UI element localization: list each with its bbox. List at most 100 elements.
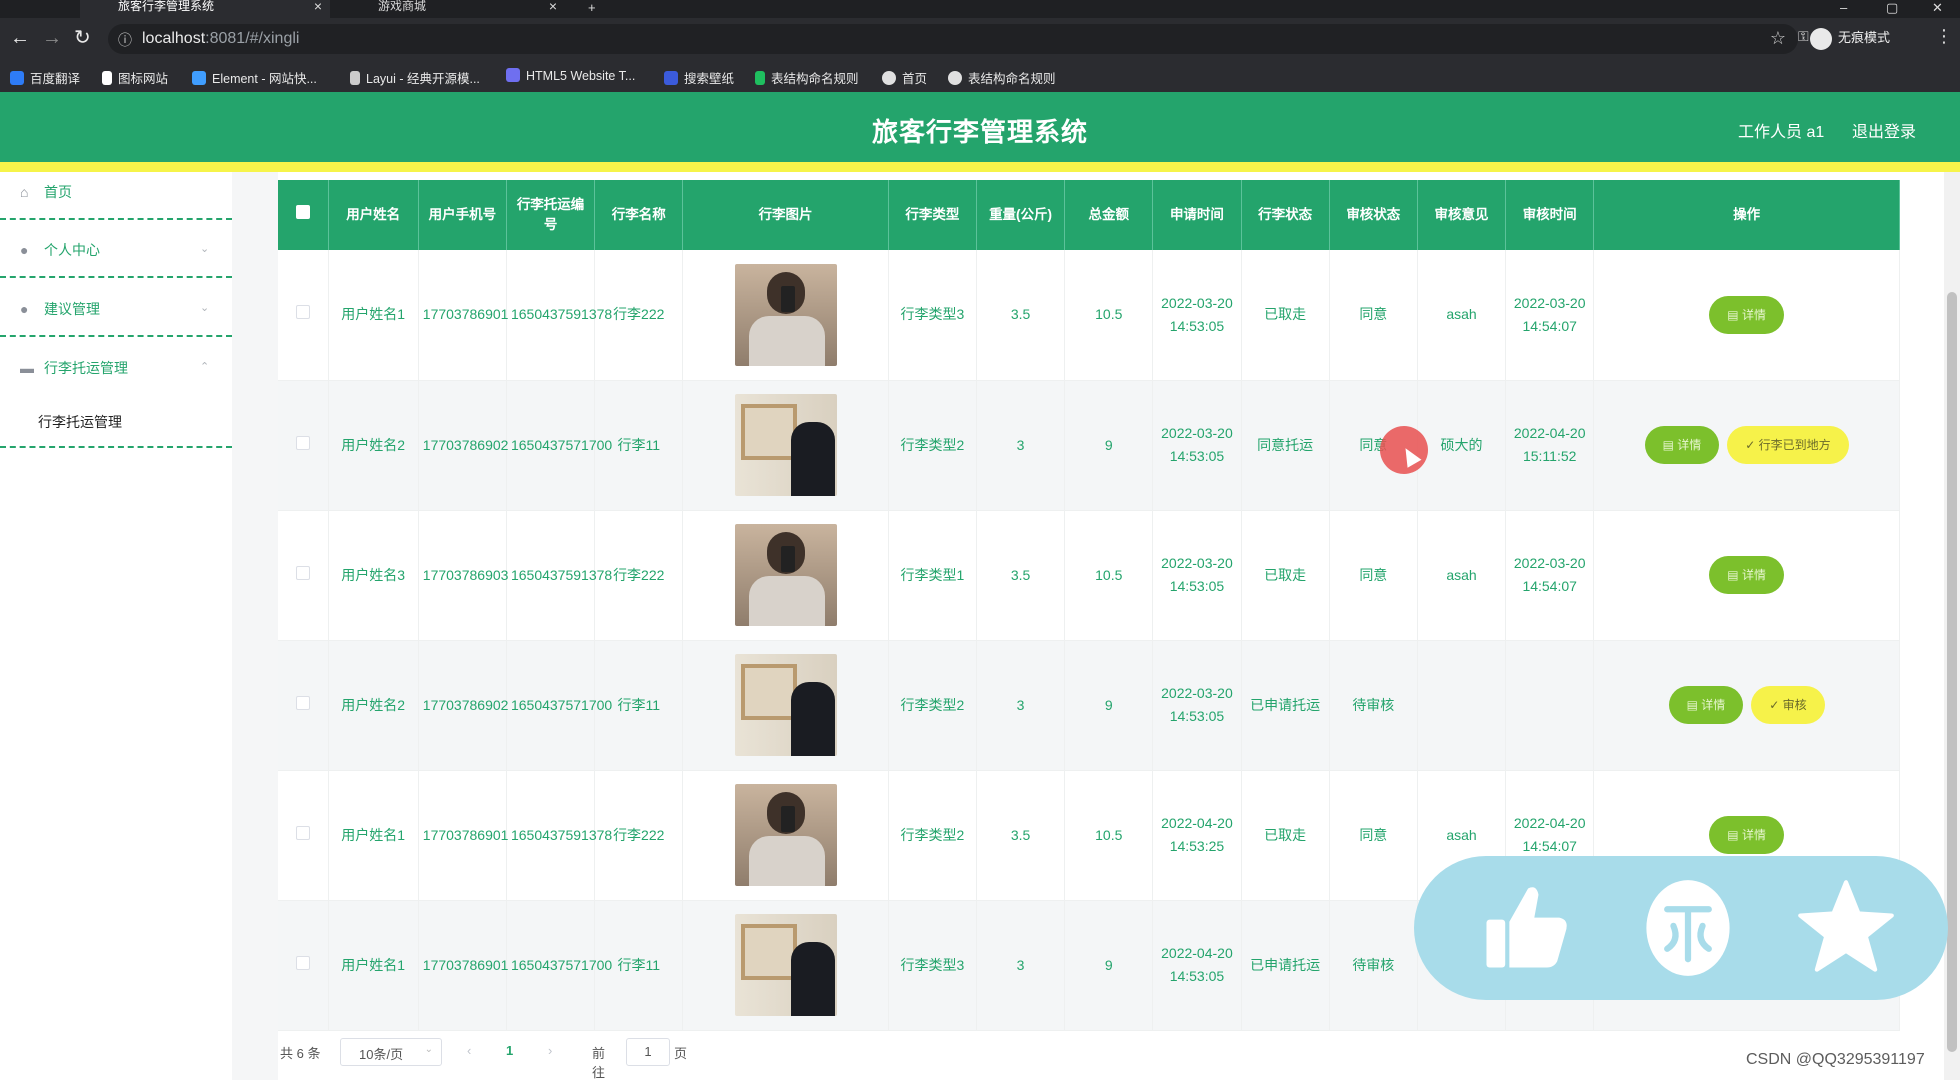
row-checkbox[interactable]: [278, 510, 329, 641]
cell-status: 已申请托运: [1241, 640, 1330, 771]
cell-type: 行李类型3: [888, 900, 977, 1031]
detail-button[interactable]: ▤ 详情: [1709, 556, 1784, 594]
cell-phone: 17703786902: [418, 380, 508, 511]
cell-status: 已取走: [1241, 770, 1330, 901]
sidebar-subitem-luggage[interactable]: 行李托运管理: [38, 412, 122, 432]
thumbs-up-icon[interactable]: [1474, 876, 1578, 980]
logout-link[interactable]: 退出登录: [1852, 118, 1916, 142]
sidebar-item-luggage[interactable]: ▬ 行李托运管理: [20, 358, 128, 378]
select-all-checkbox[interactable]: [278, 180, 329, 250]
sidebar-item-suggestions[interactable]: ● 建议管理: [20, 299, 100, 319]
close-icon[interactable]: ✕: [1932, 0, 1943, 16]
browser-tab-active[interactable]: 旅客行李管理系统 ×: [80, 0, 330, 18]
coin-icon[interactable]: [1636, 876, 1740, 980]
key-icon[interactable]: ⚿: [1798, 28, 1809, 45]
row-checkbox[interactable]: [278, 770, 329, 901]
luggage-photo[interactable]: [734, 784, 837, 886]
cell-type: 行李类型2: [888, 380, 977, 511]
row-checkbox[interactable]: [278, 250, 329, 381]
cell-phone: 17703786901: [418, 250, 508, 381]
cell-total: 9: [1064, 900, 1154, 1031]
sidebar-item-profile[interactable]: ● 个人中心: [20, 240, 100, 260]
site-info-icon[interactable]: ⓘ: [118, 30, 132, 50]
scrollbar-thumb[interactable]: [1947, 292, 1957, 1052]
incognito-icon: [1810, 27, 1832, 50]
column-header: 申请时间: [1152, 180, 1242, 250]
vertical-scrollbar[interactable]: [1944, 172, 1960, 1080]
row-checkbox[interactable]: [278, 380, 329, 511]
row-checkbox[interactable]: [278, 900, 329, 1031]
bookmark-icon: [506, 68, 520, 82]
luggage-photo[interactable]: [734, 394, 837, 496]
detail-button[interactable]: ▤ 详情: [1644, 426, 1720, 464]
cell-photo: [682, 380, 889, 511]
bookmarks-bar: 百度翻译 图标网站 Element - 网站快... Layui - 经典开源模…: [0, 60, 1960, 92]
chevron-down-icon[interactable]: ⌄: [200, 242, 209, 255]
watermark: CSDN @QQ3295391197: [1746, 1051, 1925, 1068]
column-header: 审核状态: [1329, 180, 1418, 250]
bookmark-item[interactable]: 图标网站: [102, 68, 168, 87]
cell-photo: [682, 900, 889, 1031]
sidebar-divider: [0, 276, 232, 278]
sidebar-item-home[interactable]: ⌂ 首页: [20, 182, 72, 202]
bookmark-item[interactable]: Layui - 经典开源模...: [350, 68, 480, 87]
bookmark-item[interactable]: 百度翻译: [10, 68, 80, 87]
bookmark-star-icon[interactable]: ☆: [1770, 28, 1786, 49]
cell-actions: ▤ 详情 ✓ 审核: [1593, 640, 1900, 771]
luggage-photo[interactable]: [734, 524, 837, 626]
app-title: 旅客行李管理系统: [871, 117, 1088, 147]
content-gutter: [232, 172, 278, 1080]
pagination: 共 6 条 10条/页 ⌄ ‹ 1 › 前往 1 页: [280, 1038, 687, 1080]
browser-tab-bar: 旅客行李管理系统 × 游戏商城 × + – ▢ ✕: [0, 0, 1960, 18]
maximize-icon[interactable]: ▢: [1886, 0, 1898, 16]
next-page-button[interactable]: ›: [548, 1043, 552, 1058]
sidebar-divider: [0, 335, 232, 337]
detail-button[interactable]: ▤ 详情: [1668, 686, 1744, 724]
bookmark-icon: [10, 71, 24, 85]
chevron-up-icon[interactable]: ⌃: [200, 360, 209, 373]
column-header: 行李图片: [682, 180, 889, 250]
row-checkbox[interactable]: [278, 640, 329, 771]
detail-button[interactable]: ▤ 详情: [1709, 816, 1784, 854]
video-action-overlay: [1414, 856, 1948, 1000]
bookmark-item[interactable]: 表结构命名规则: [755, 68, 859, 87]
cell-apply-time: 2022-03-20 14:53:05: [1152, 250, 1242, 381]
goto-page-input[interactable]: 1: [626, 1038, 670, 1066]
bookmark-item[interactable]: 表结构命名规则: [948, 68, 1056, 87]
tab-close-icon[interactable]: ×: [549, 0, 557, 13]
cell-weight: 3.5: [976, 510, 1066, 641]
luggage-photo[interactable]: [734, 654, 837, 756]
bookmark-item[interactable]: 首页: [882, 68, 927, 87]
luggage-photo[interactable]: [734, 914, 837, 1016]
forward-icon[interactable]: →: [42, 27, 62, 49]
luggage-photo[interactable]: [734, 263, 837, 366]
back-icon[interactable]: ←: [10, 27, 30, 49]
cell-phone: 17703786901: [418, 900, 508, 1031]
cell-photo: [682, 640, 889, 771]
detail-button[interactable]: ▤ 详情: [1709, 295, 1784, 334]
bookmark-item[interactable]: HTML5 Website T...: [506, 68, 635, 83]
prev-page-button[interactable]: ‹: [467, 1043, 471, 1058]
incognito-indicator[interactable]: 无痕模式: [1810, 27, 1890, 50]
minimize-icon[interactable]: –: [1840, 0, 1847, 15]
action-button[interactable]: ✓ 审核: [1751, 686, 1825, 724]
browser-tab[interactable]: 游戏商城 ×: [340, 0, 565, 18]
page-number[interactable]: 1: [506, 1043, 513, 1058]
cell-type: 行李类型2: [888, 770, 977, 901]
cell-phone: 17703786903: [418, 510, 508, 641]
url-host: localhost: [142, 30, 206, 47]
reload-icon[interactable]: ↻: [74, 27, 91, 49]
chevron-down-icon[interactable]: ⌄: [200, 301, 209, 314]
page-size-select[interactable]: 10条/页 ⌄: [340, 1038, 442, 1066]
url-input[interactable]: ⓘ localhost:8081/#/xingli ☆: [108, 24, 1798, 54]
browser-menu-icon[interactable]: ⋮: [1935, 26, 1953, 47]
tab-close-icon[interactable]: ×: [314, 0, 322, 13]
new-tab-button[interactable]: +: [588, 0, 596, 15]
action-button[interactable]: ✓ 行李已到地方: [1727, 426, 1849, 464]
cell-code: 1650437591378: [506, 510, 612, 641]
cell-photo: [682, 770, 889, 901]
star-icon[interactable]: [1794, 876, 1898, 980]
bookmark-icon: [192, 71, 206, 85]
bookmark-item[interactable]: 搜索壁纸: [664, 68, 734, 87]
bookmark-item[interactable]: Element - 网站快...: [192, 68, 317, 87]
